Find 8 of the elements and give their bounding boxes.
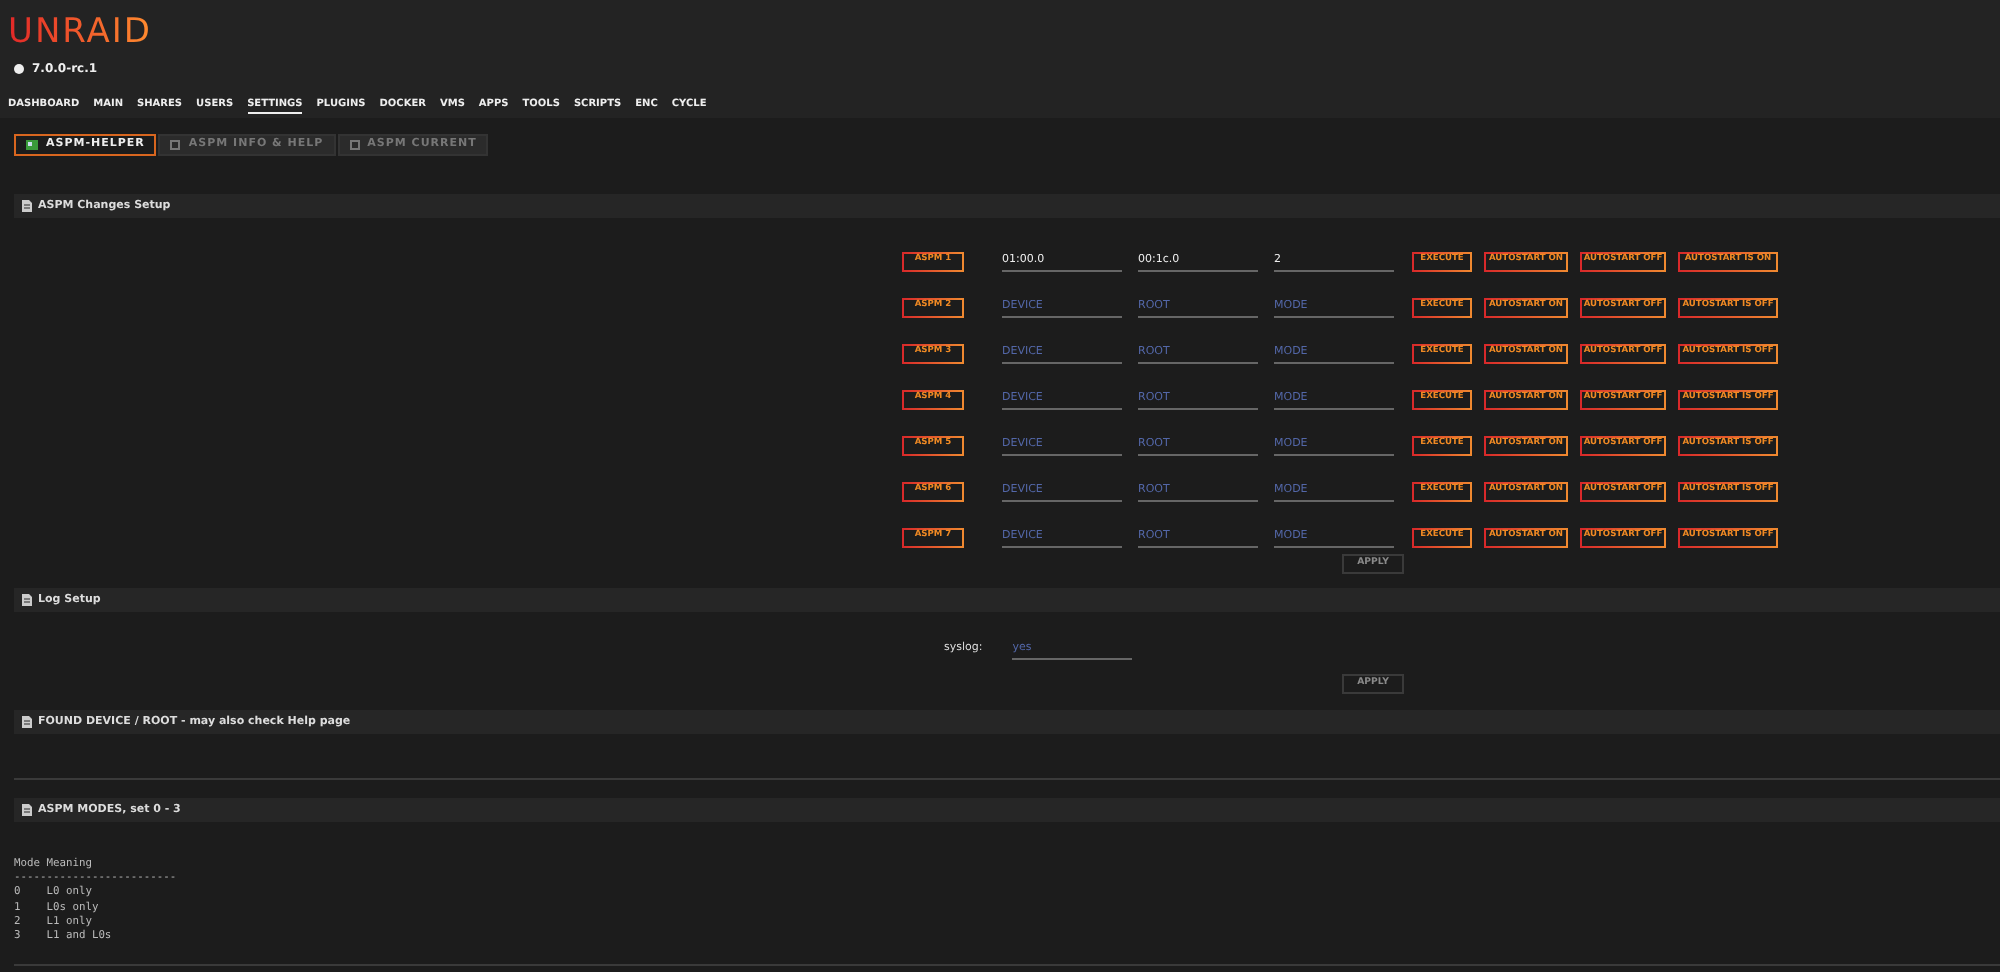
square-icon — [349, 140, 360, 150]
chip-icon — [26, 140, 38, 150]
document-icon — [22, 594, 32, 606]
square-icon — [170, 140, 181, 150]
document-icon — [22, 804, 32, 816]
status-dot-icon — [14, 64, 24, 74]
document-icon — [22, 200, 32, 212]
document-icon — [22, 716, 32, 728]
